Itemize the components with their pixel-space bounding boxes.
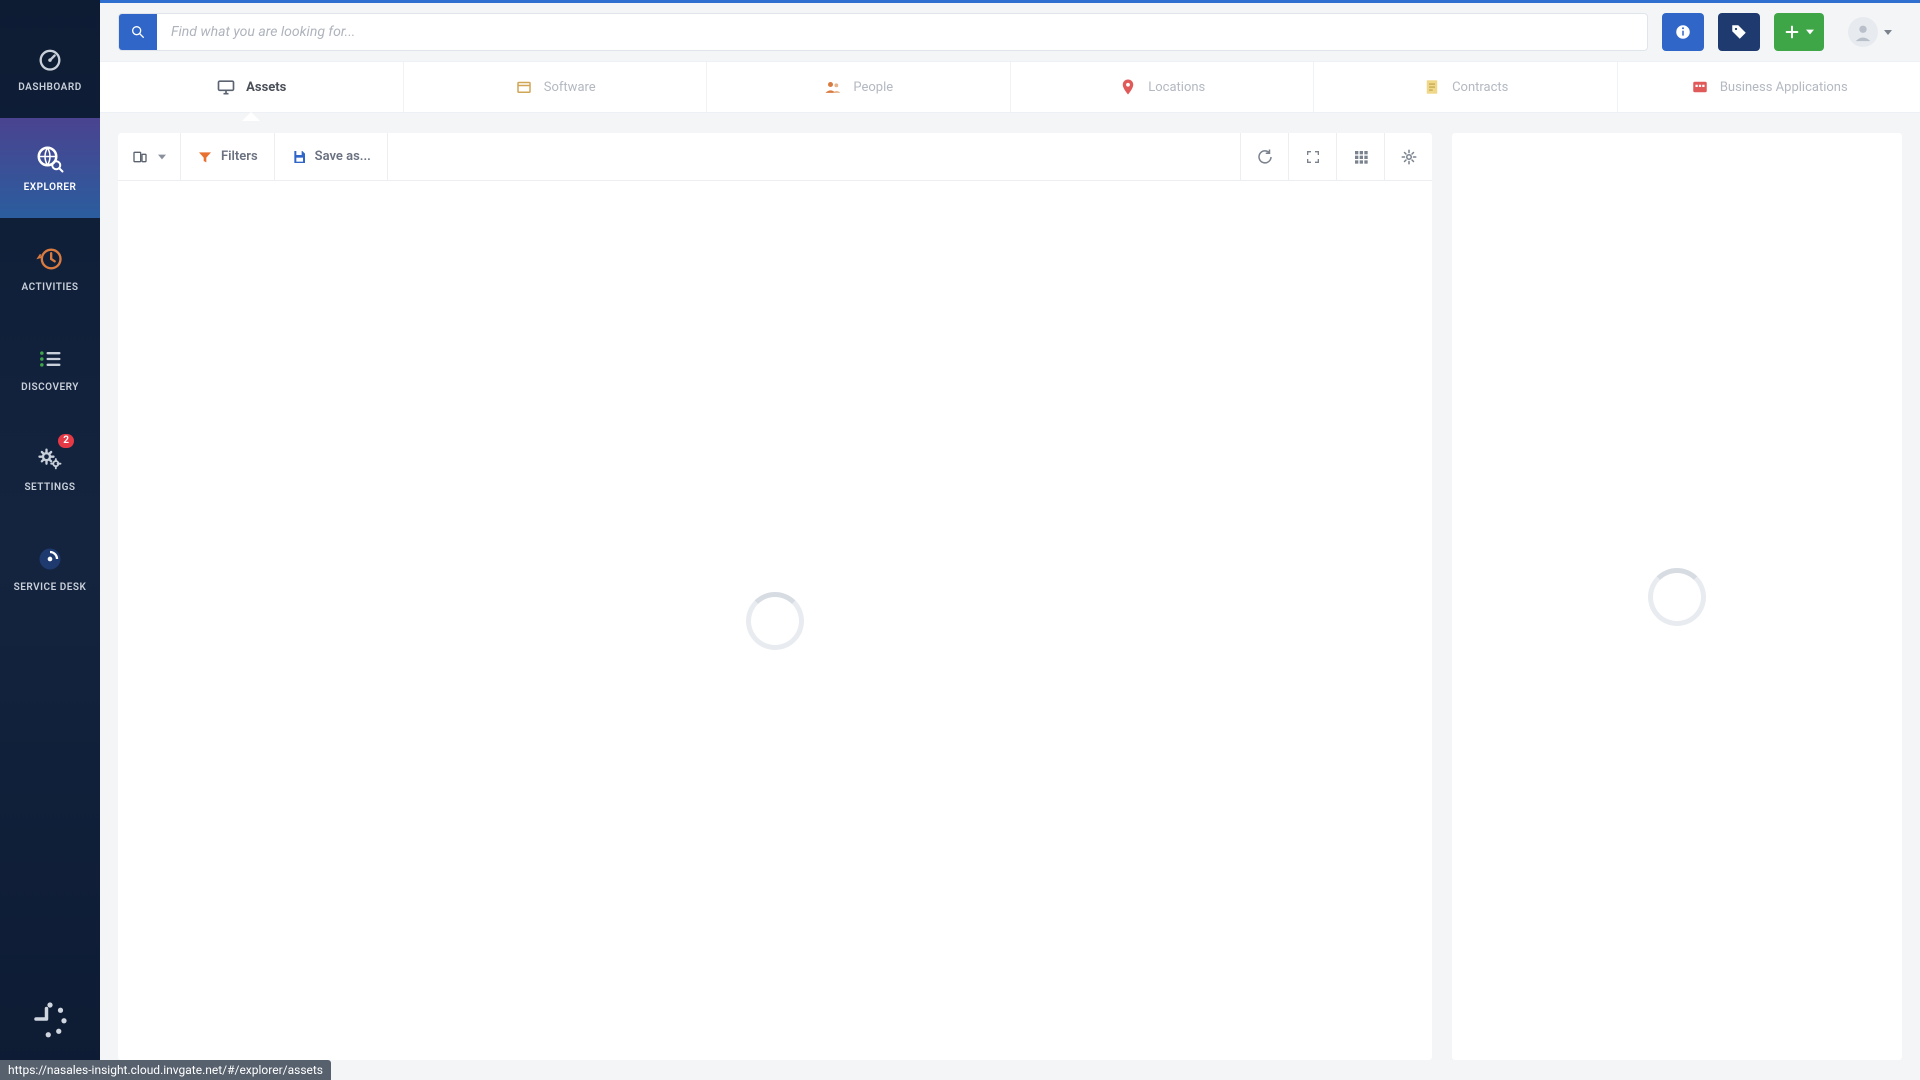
badge-count: 2 [58,434,74,448]
sidebar-item-service-desk[interactable]: SERVICE DESK [0,518,100,618]
loading-spinner-icon [1648,568,1706,626]
tab-locations[interactable]: Locations [1011,62,1315,112]
chevron-down-icon [1884,30,1892,35]
main-panel: Filters Save as... [118,133,1432,1060]
sidebar-item-dashboard[interactable]: DASHBOARD [0,18,100,118]
panels-icon [132,149,148,165]
side-panel [1452,133,1902,1060]
filters-button[interactable]: Filters [181,133,275,180]
tab-label: Assets [246,80,286,95]
expand-button[interactable] [1288,133,1336,180]
tab-assets[interactable]: Assets [100,62,404,112]
filter-icon [197,149,213,165]
pin-icon [1118,77,1138,97]
tab-label: Business Applications [1720,80,1848,95]
refresh-button[interactable] [1240,133,1288,180]
document-icon [1422,77,1442,97]
sidebar-item-label: SETTINGS [24,482,75,493]
tab-label: Locations [1148,80,1205,95]
service-desk-icon [35,544,65,574]
gauge-icon [35,44,65,74]
tab-label: Contracts [1452,80,1508,95]
content-area: Filters Save as... [100,113,1920,1080]
clock-history-icon [35,244,65,274]
search-input[interactable] [157,14,1647,50]
avatar-icon [1848,17,1878,47]
main-panel-body [118,181,1432,1060]
save-as-label: Save as... [315,149,371,164]
people-icon [823,77,843,97]
grid-view-button[interactable] [1336,133,1384,180]
tab-business-applications[interactable]: Business Applications [1618,62,1920,112]
sidebar-item-label: DASHBOARD [18,82,81,93]
save-as-button[interactable]: Save as... [275,133,388,180]
tab-label: People [853,80,893,95]
chevron-down-icon [1806,28,1814,36]
status-link-hint: https://nasales-insight.cloud.invgate.ne… [0,1060,331,1080]
add-button[interactable] [1774,13,1824,51]
sidebar-item-label: DISCOVERY [21,382,79,393]
sidebar-item-settings[interactable]: 2 SETTINGS [0,418,100,518]
expand-icon [1305,149,1321,165]
panel-collapse-button[interactable] [118,133,181,180]
tab-people[interactable]: People [707,62,1011,112]
settings-button[interactable] [1384,133,1432,180]
tag-button[interactable] [1718,13,1760,51]
search-button[interactable] [119,14,157,50]
sidebar-item-explorer[interactable]: EXPLORER [0,118,100,218]
app-logo-icon [29,998,71,1040]
user-menu[interactable] [1838,13,1902,51]
filters-label: Filters [221,149,258,164]
refresh-icon [1256,148,1274,166]
plus-icon [1784,24,1800,40]
loading-spinner-icon [746,592,804,650]
list-icon [35,344,65,374]
monitor-icon [216,77,236,97]
header-row [100,3,1920,61]
sidebar-item-activities[interactable]: ACTIVITIES [0,218,100,318]
sidebar: DASHBOARD EXPLORER ACTIVITIES DISCOVERY … [0,0,100,1080]
package-icon [514,77,534,97]
tab-contracts[interactable]: Contracts [1314,62,1618,112]
search-box [118,13,1648,51]
info-button[interactable] [1662,13,1704,51]
grid-icon [1353,149,1369,165]
app-grid-icon [1690,77,1710,97]
tab-label: Software [544,80,596,95]
globe-search-icon [35,144,65,174]
info-icon [1674,23,1692,41]
sidebar-item-discovery[interactable]: DISCOVERY [0,318,100,418]
explorer-tabs: Assets Software People Locations Contrac… [100,61,1920,113]
toolbar: Filters Save as... [118,133,1432,181]
chevron-down-icon [158,153,166,161]
save-icon [291,149,307,165]
sidebar-item-label: SERVICE DESK [14,582,87,593]
gear-icon [1400,148,1418,166]
search-icon [130,24,146,40]
tab-software[interactable]: Software [404,62,708,112]
sidebar-item-label: EXPLORER [24,182,77,193]
sidebar-item-label: ACTIVITIES [21,282,78,293]
gear-icon [35,444,65,474]
tag-icon [1730,23,1748,41]
